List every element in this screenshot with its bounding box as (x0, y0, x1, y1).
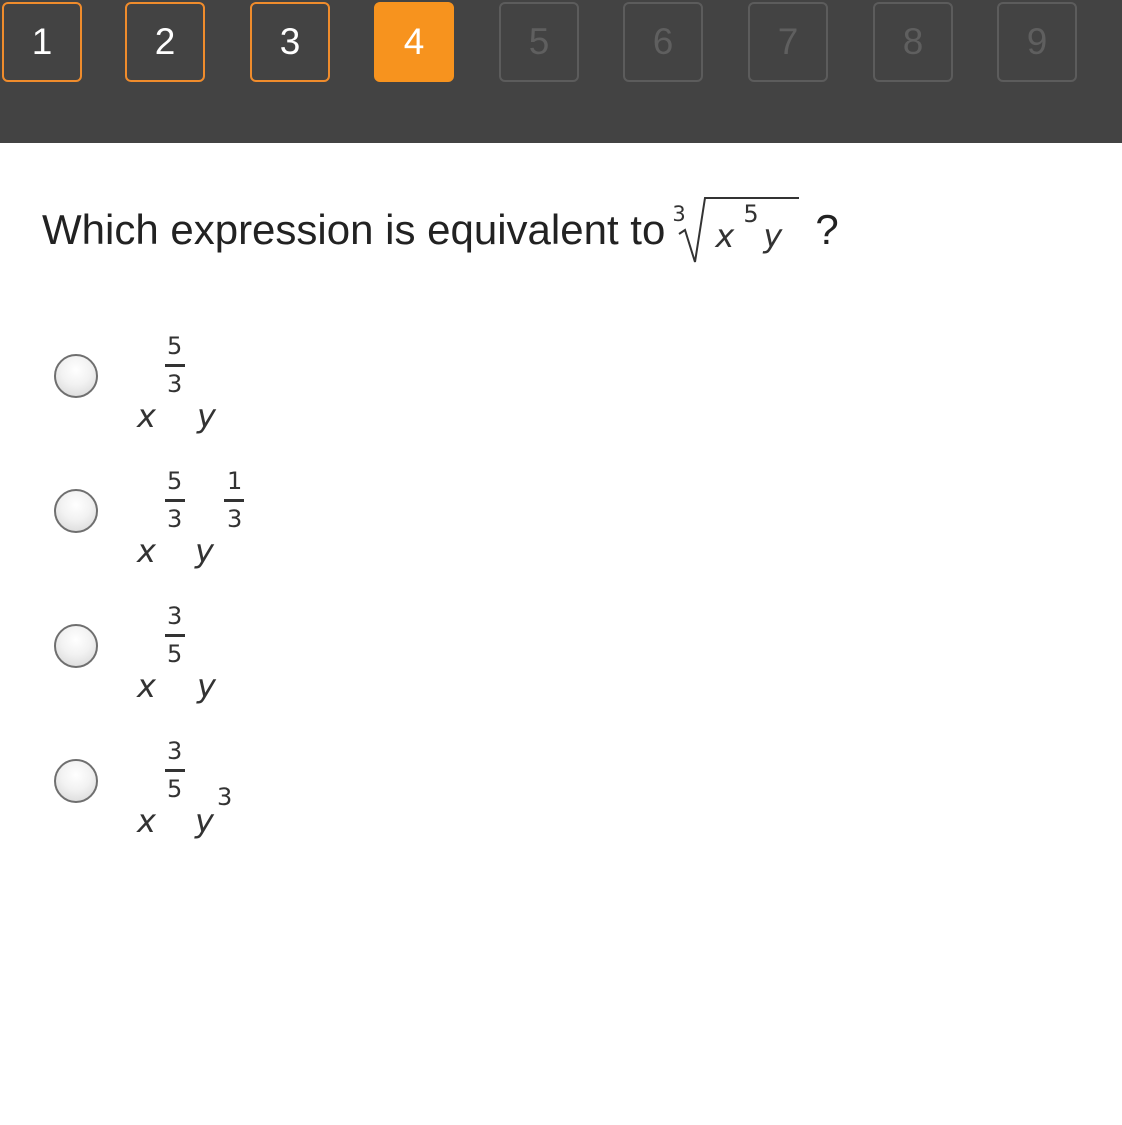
fraction-bar (165, 499, 185, 502)
exponent-denominator: 3 (167, 370, 183, 398)
answer-option-2[interactable]: x 5 3 y 1 3 (42, 465, 442, 583)
variable-exponent-denominator: 3 (227, 505, 243, 533)
question-9-button: 9 (997, 2, 1077, 82)
option-expression: x 5 3 y (132, 330, 292, 448)
question-expression: 3 x 5 y (672, 196, 809, 276)
question-5-button: 5 (499, 2, 579, 82)
radio-button[interactable] (54, 624, 98, 668)
option-expression: x 3 5 y 3 (132, 735, 292, 853)
exponent-denominator: 3 (167, 505, 183, 533)
answer-option-4[interactable]: x 3 5 y 3 (42, 735, 442, 853)
option-base: x (137, 667, 156, 705)
radicand-variable: y (763, 217, 783, 255)
fraction-bar (165, 769, 185, 772)
option-variable: y (197, 667, 216, 705)
option-base: x (137, 532, 156, 570)
root-index: 3 (672, 202, 686, 226)
exponent-numerator: 3 (167, 602, 183, 630)
answer-option-3[interactable]: x 3 5 y (42, 600, 442, 718)
exponent-numerator: 5 (167, 332, 183, 360)
radio-button[interactable] (54, 489, 98, 533)
radio-button[interactable] (54, 759, 98, 803)
exponent-numerator: 3 (167, 737, 183, 765)
option-base: x (137, 802, 156, 840)
question-mark: ? (815, 206, 839, 253)
radio-button[interactable] (54, 354, 98, 398)
option-variable: y (195, 802, 214, 840)
exponent-denominator: 5 (167, 775, 183, 803)
answer-option-1[interactable]: x 5 3 y (42, 330, 442, 448)
question-2-button[interactable]: 2 (125, 2, 205, 82)
question-3-button[interactable]: 3 (250, 2, 330, 82)
question-1-button[interactable]: 1 (2, 2, 82, 82)
radicand-exponent: 5 (743, 200, 759, 228)
question-nav-bar: 1 2 3 4 5 6 7 8 9 (0, 0, 1122, 143)
radicand-base: x (715, 217, 735, 255)
variable-exponent: 3 (217, 783, 233, 811)
exponent-numerator: 5 (167, 467, 183, 495)
exponent-denominator: 5 (167, 640, 183, 668)
question-6-button: 6 (623, 2, 703, 82)
variable-exponent-numerator: 1 (227, 467, 243, 495)
question-text: Which expression is equivalent to (42, 206, 666, 253)
question-prompt: Which expression is equivalent to 3 x 5 … (42, 196, 839, 276)
option-expression: x 5 3 y 1 3 (132, 465, 292, 583)
option-variable: y (195, 532, 214, 570)
option-base: x (137, 397, 156, 435)
question-4-button[interactable]: 4 (374, 2, 454, 82)
fraction-bar (165, 634, 185, 637)
fraction-bar (165, 364, 185, 367)
fraction-bar (224, 499, 244, 502)
question-7-button: 7 (748, 2, 828, 82)
option-expression: x 3 5 y (132, 600, 292, 718)
option-variable: y (197, 397, 216, 435)
question-8-button: 8 (873, 2, 953, 82)
